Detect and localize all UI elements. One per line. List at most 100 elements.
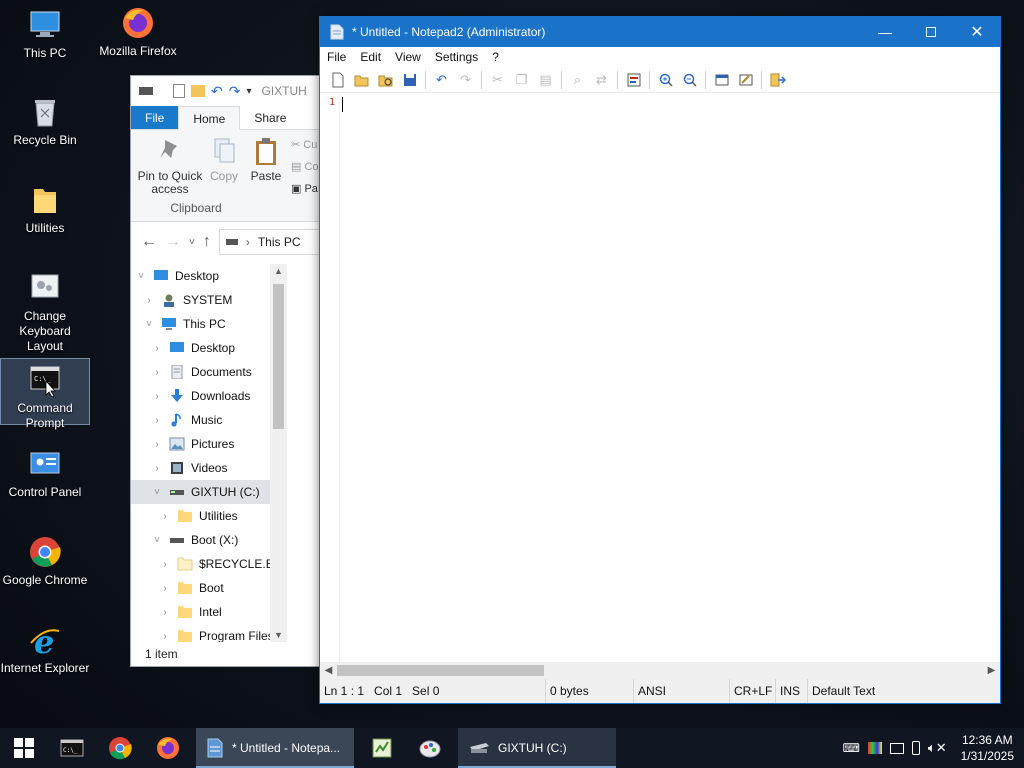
new-file-icon[interactable] xyxy=(326,69,349,91)
chevron-right-icon[interactable]: › xyxy=(151,343,163,354)
desktop-icon-keyboard-layout[interactable]: Change Keyboard Layout xyxy=(0,271,90,354)
chevron-right-icon[interactable]: › xyxy=(151,415,163,426)
scroll-up-icon[interactable]: ▲ xyxy=(270,266,287,276)
forward-icon[interactable]: → xyxy=(165,233,181,251)
chevron-right-icon[interactable]: › xyxy=(159,583,171,594)
tree-item-downloads[interactable]: › Downloads xyxy=(131,384,287,408)
address-bar[interactable]: › This PC xyxy=(218,229,321,255)
taskbar-paint[interactable] xyxy=(406,728,454,768)
tree-item-program-files[interactable]: › Program Files xyxy=(131,624,287,642)
monitor-icon[interactable] xyxy=(889,742,904,754)
scroll-thumb[interactable] xyxy=(273,284,284,429)
new-folder-icon[interactable] xyxy=(191,85,205,97)
chevron-down-icon[interactable]: ˅ xyxy=(151,535,163,546)
pin-to-quick-access-button[interactable]: Pin to Quick access xyxy=(137,136,203,196)
taskbar-editor[interactable] xyxy=(358,728,406,768)
chevron-right-icon[interactable]: › xyxy=(159,559,171,570)
desktop-icon-firefox[interactable]: Mozilla Firefox xyxy=(93,6,183,59)
desktop-icon-chrome[interactable]: Google Chrome xyxy=(0,535,90,588)
chevron-right-icon[interactable]: › xyxy=(143,295,155,306)
tree-item-desktop[interactable]: › Desktop xyxy=(131,336,287,360)
cut-icon[interactable]: ✂ xyxy=(486,69,509,91)
chevron-right-icon[interactable]: › xyxy=(151,367,163,378)
volume-muted-icon[interactable]: 🔈︎✕ xyxy=(928,740,947,756)
undo-icon[interactable]: ↶ xyxy=(211,83,223,100)
tree-scrollbar[interactable]: ▲ ▼ xyxy=(270,264,287,642)
paste-shortcut-button[interactable]: ▣ Pa xyxy=(291,182,318,195)
tree-item-pictures[interactable]: › Pictures xyxy=(131,432,287,456)
taskbar-app-notepad2[interactable]: * Untitled - Notepa... xyxy=(196,728,354,768)
browse-icon[interactable] xyxy=(374,69,397,91)
taskbar-firefox[interactable] xyxy=(144,728,192,768)
undo-icon[interactable]: ↶ xyxy=(430,69,453,91)
minimize-button[interactable]: — xyxy=(862,17,908,47)
usb-device-icon[interactable] xyxy=(911,741,920,755)
customize-qat-icon[interactable]: ▾ xyxy=(246,86,251,97)
chevron-right-icon[interactable]: › xyxy=(159,511,171,522)
find-icon[interactable]: ⌕ xyxy=(566,69,589,91)
desktop-icon-command-prompt[interactable]: C:\_ Command Prompt xyxy=(0,358,90,430)
redo-icon[interactable]: ↷ xyxy=(229,83,241,100)
paste-icon[interactable]: ▤ xyxy=(534,69,557,91)
chevron-right-icon[interactable]: › xyxy=(159,607,171,618)
open-file-icon[interactable] xyxy=(350,69,373,91)
menu-edit[interactable]: Edit xyxy=(353,50,388,64)
chevron-right-icon[interactable]: › xyxy=(151,391,163,402)
tree-item-recycle-bin-folder[interactable]: › $RECYCLE.BIN xyxy=(131,552,287,576)
taskbar-app-explorer[interactable]: GIXTUH (C:) xyxy=(458,728,616,768)
chevron-right-icon[interactable]: › xyxy=(151,439,163,450)
copy-icon[interactable]: ❐ xyxy=(510,69,533,91)
editor-area[interactable]: 1 xyxy=(320,94,1000,680)
back-icon[interactable]: ← xyxy=(141,233,157,251)
title-bar[interactable]: * Untitled - Notepad2 (Administrator) — … xyxy=(320,17,1000,47)
tree-item-system[interactable]: › SYSTEM xyxy=(131,288,287,312)
desktop-icon-utilities[interactable]: Utilities xyxy=(0,183,90,236)
tree-item-desktop-root[interactable]: ˅ Desktop xyxy=(131,264,287,288)
recent-locations-icon[interactable]: ˅ xyxy=(189,237,195,248)
save-icon[interactable] xyxy=(398,69,421,91)
menu-view[interactable]: View xyxy=(388,50,428,64)
exit-icon[interactable] xyxy=(766,69,789,91)
tree-item-intel[interactable]: › Intel xyxy=(131,600,287,624)
cut-button[interactable]: ✂ Cu xyxy=(291,138,317,151)
copy-button[interactable]: Copy xyxy=(205,136,243,183)
chevron-down-icon[interactable]: ˅ xyxy=(135,271,147,282)
taskbar-chrome[interactable] xyxy=(96,728,144,768)
zoom-out-icon[interactable] xyxy=(678,69,701,91)
taskbar-command-prompt[interactable]: C:\_ xyxy=(48,728,96,768)
tab-share[interactable]: Share xyxy=(240,106,300,129)
word-wrap-icon[interactable] xyxy=(622,69,645,91)
start-button[interactable] xyxy=(0,728,48,768)
customize-scheme-icon[interactable] xyxy=(734,69,757,91)
scheme-icon[interactable] xyxy=(710,69,733,91)
chevron-right-icon[interactable]: › xyxy=(151,463,163,474)
clock[interactable]: 12:36 AM 1/31/2025 xyxy=(961,732,1014,764)
tree-item-videos[interactable]: › Videos xyxy=(131,456,287,480)
scroll-thumb[interactable] xyxy=(337,665,544,676)
color-management-icon[interactable] xyxy=(867,742,882,754)
replace-icon[interactable]: ⇄ xyxy=(590,69,613,91)
keyboard-layout-icon[interactable]: ⌨ xyxy=(843,741,860,755)
close-button[interactable]: ✕ xyxy=(954,17,1000,47)
tab-file[interactable]: File xyxy=(131,106,179,129)
chevron-down-icon[interactable]: ˅ xyxy=(151,487,163,498)
horizontal-scrollbar[interactable]: ◀ ▶ xyxy=(320,662,1000,679)
copy-path-button[interactable]: ▤ Co xyxy=(291,160,319,173)
tree-item-utilities[interactable]: › Utilities xyxy=(131,504,287,528)
menu-file[interactable]: File xyxy=(320,50,353,64)
desktop-icon-recycle-bin[interactable]: Recycle Bin xyxy=(0,95,90,148)
tree-item-boot-x[interactable]: ˅ Boot (X:) xyxy=(131,528,287,552)
properties-icon[interactable] xyxy=(173,84,185,98)
tree-item-gixtuh-c[interactable]: ˅ GIXTUH (C:) xyxy=(131,480,287,504)
tree-item-this-pc[interactable]: ˅ This PC xyxy=(131,312,287,336)
chevron-down-icon[interactable]: ˅ xyxy=(143,319,155,330)
scroll-left-icon[interactable]: ◀ xyxy=(320,662,337,679)
desktop-icon-internet-explorer[interactable]: e Internet Explorer xyxy=(0,623,90,676)
tree-item-music[interactable]: › Music xyxy=(131,408,287,432)
redo-icon[interactable]: ↷ xyxy=(454,69,477,91)
menu-help[interactable]: ? xyxy=(485,50,506,64)
tree-item-boot[interactable]: › Boot xyxy=(131,576,287,600)
paste-button[interactable]: Paste xyxy=(247,136,285,183)
maximize-button[interactable] xyxy=(908,17,954,47)
tab-home[interactable]: Home xyxy=(178,106,241,130)
